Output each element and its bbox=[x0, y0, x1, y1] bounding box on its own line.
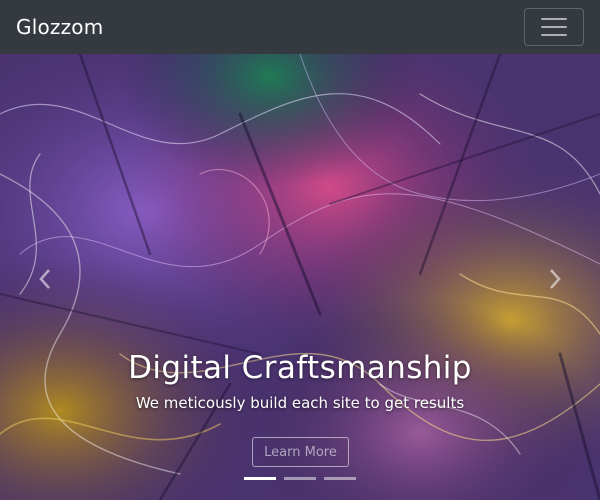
hero-carousel: Digital Craftsmanship We meticously buil… bbox=[0, 54, 600, 500]
learn-more-button[interactable]: Learn More bbox=[252, 437, 349, 467]
chevron-left-icon bbox=[39, 269, 50, 289]
carousel-prev-button[interactable] bbox=[30, 264, 60, 294]
carousel-indicator-2[interactable] bbox=[284, 477, 316, 480]
carousel-indicators bbox=[0, 477, 600, 480]
navbar: Glozzom bbox=[0, 0, 600, 54]
slide-title: Digital Craftsmanship bbox=[128, 350, 472, 386]
hamburger-menu-icon-bar bbox=[541, 34, 567, 36]
carousel-next-button[interactable] bbox=[540, 264, 570, 294]
slide-subtitle: We meticously build each site to get res… bbox=[135, 394, 465, 412]
carousel-indicator-3[interactable] bbox=[324, 477, 356, 480]
chevron-right-icon bbox=[550, 269, 561, 289]
hamburger-menu-icon-bar bbox=[541, 26, 567, 28]
navbar-toggler-button[interactable] bbox=[524, 8, 584, 46]
carousel-background-image bbox=[0, 54, 600, 500]
page: Glozzom Digital Craftsmanship We meticou… bbox=[0, 0, 600, 500]
hamburger-menu-icon bbox=[541, 18, 567, 20]
carousel-indicator-1[interactable] bbox=[244, 477, 276, 480]
carousel-caption: Digital Craftsmanship We meticously buil… bbox=[0, 350, 600, 412]
brand-logo[interactable]: Glozzom bbox=[16, 15, 103, 39]
